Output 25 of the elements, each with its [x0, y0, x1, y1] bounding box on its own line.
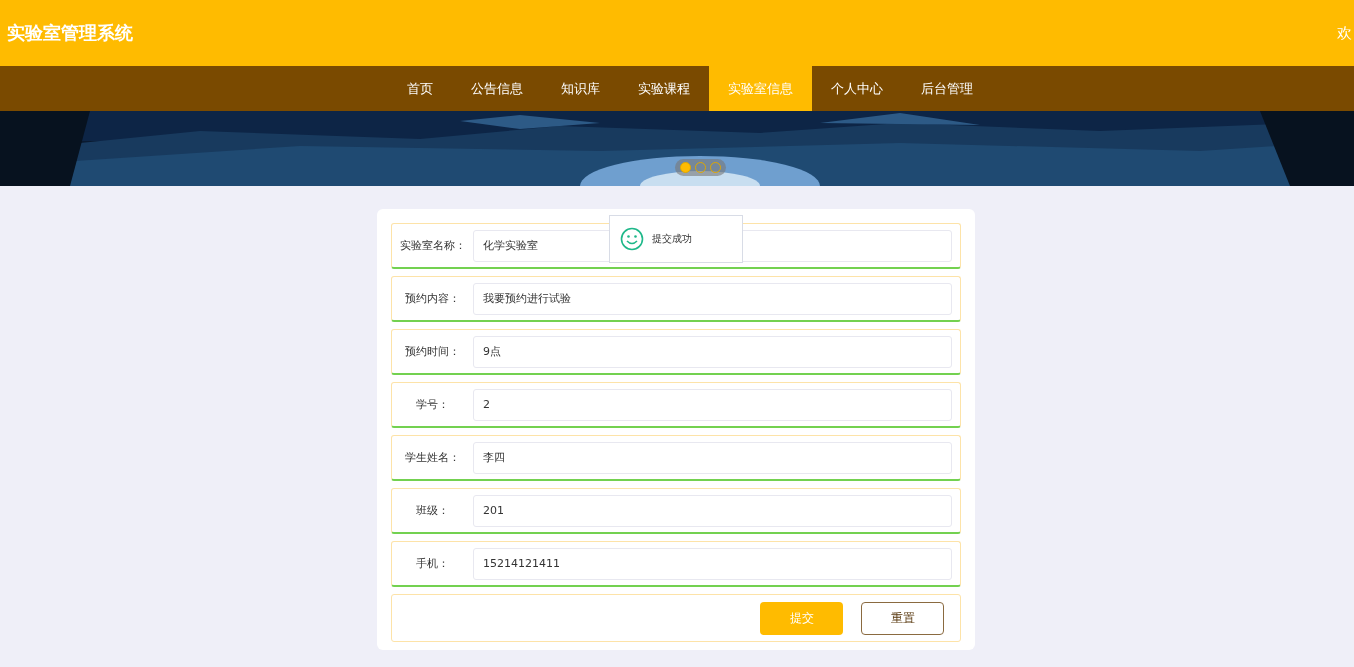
field-label: 预约内容： [404, 291, 461, 306]
input-field[interactable]: 我要预约进行试验 [473, 282, 952, 315]
nav-tab[interactable]: 首页 [388, 66, 452, 111]
smile-icon [620, 227, 644, 251]
nav-tab[interactable]: 公告信息 [452, 66, 542, 111]
input-field[interactable]: 李四 [473, 441, 952, 474]
nav-tab[interactable]: 知识库 [542, 66, 619, 111]
reset-button[interactable]: 重置 [861, 601, 944, 635]
input-field[interactable]: 201 [473, 494, 952, 527]
field-label: 学生姓名： [404, 450, 461, 465]
input-field[interactable]: 9点 [473, 335, 952, 368]
field-label: 手机： [415, 556, 450, 571]
field-label: 实验室名称： [398, 238, 467, 253]
input-field[interactable]: 2 [473, 388, 952, 421]
site-title: 实验室管理系统 [7, 21, 133, 45]
carousel-dot[interactable] [680, 162, 691, 173]
nav-tab[interactable]: 个人中心 [812, 66, 902, 111]
greeting-text: 欢 [1337, 23, 1353, 43]
input-field[interactable]: 15214121411 [473, 547, 952, 580]
field-label: 预约时间： [404, 344, 461, 359]
toast-text: 提交成功 [652, 232, 692, 246]
nav-tab[interactable]: 实验课程 [619, 66, 709, 111]
nav-tab[interactable]: 后台管理 [902, 66, 992, 111]
field-label: 学号： [415, 397, 450, 412]
field-label: 班级： [415, 503, 450, 518]
